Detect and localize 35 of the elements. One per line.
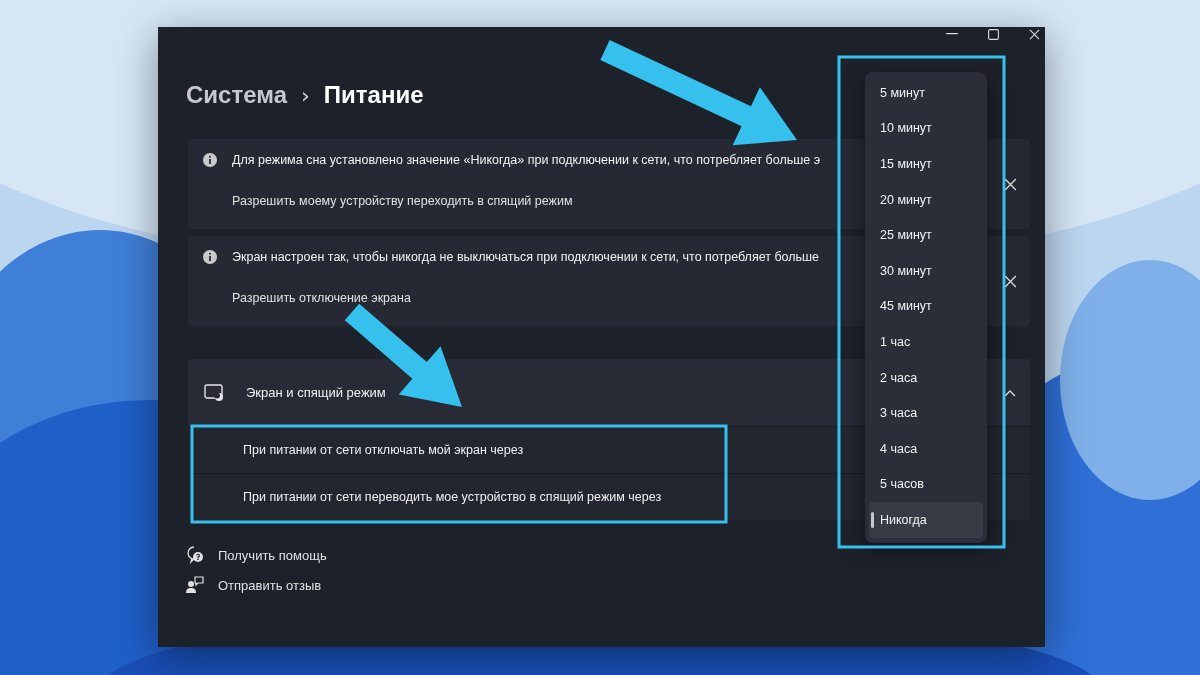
close-icon	[1029, 28, 1040, 40]
notice-action-link[interactable]: Разрешить моему устройству переходить в спящий режим	[232, 194, 573, 208]
breadcrumb-separator: ›	[301, 82, 310, 108]
dropdown-option[interactable]: 30 минут	[869, 252, 983, 289]
help-link[interactable]: Отправить отзыв	[186, 576, 322, 594]
dropdown-option[interactable]: 45 минут	[869, 288, 983, 325]
expander-title: Экран и спящий режим	[246, 385, 387, 400]
setting-label: При питании от сети отключать мой экран через	[243, 443, 524, 457]
dropdown-option[interactable]: 4 часа	[869, 430, 983, 467]
dropdown-option[interactable]: 15 минут	[869, 146, 983, 182]
setting-label: При питании от сети переводить мое устройство в спящий режим через	[243, 490, 662, 504]
dropdown-option[interactable]: 10 минут	[869, 110, 983, 147]
notice-action-link[interactable]: Разрешить отключение экрана	[232, 291, 411, 305]
dropdown-option[interactable]: 20 минут	[869, 181, 983, 218]
dropdown-option[interactable]: Никогда	[869, 502, 983, 538]
dropdown-option[interactable]: 25 минут	[869, 217, 983, 253]
breadcrumb-link[interactable]: Система	[186, 81, 287, 109]
info-icon	[202, 249, 218, 265]
notice-text: Экран настроен так, чтобы никогда не выключаться при подключении к сети, что потребляет больше	[232, 250, 820, 264]
person-feedback-icon	[186, 576, 204, 594]
info-icon	[202, 152, 218, 168]
close-icon	[1003, 274, 1017, 288]
help-chat-icon	[186, 546, 204, 564]
dropdown-option[interactable]: 5 минут	[869, 75, 983, 111]
page-title: Питание	[323, 81, 424, 109]
dropdown-option[interactable]: 5 часов	[869, 466, 983, 503]
selection-indicator	[871, 512, 874, 529]
dropdown-option[interactable]: 2 часа	[869, 359, 983, 396]
minimize-icon[interactable]	[946, 33, 958, 35]
monitor-moon-icon	[204, 383, 224, 402]
maximize-icon[interactable]	[988, 28, 999, 40]
dropdown-option[interactable]: 1 час	[869, 324, 983, 360]
close-icon	[1003, 177, 1017, 191]
help-link[interactable]: Получить помощь	[186, 546, 327, 564]
notice-text: Для режима сна установлено значение «Никогда» при подключении к сети, что потребляет больше э	[232, 153, 821, 167]
